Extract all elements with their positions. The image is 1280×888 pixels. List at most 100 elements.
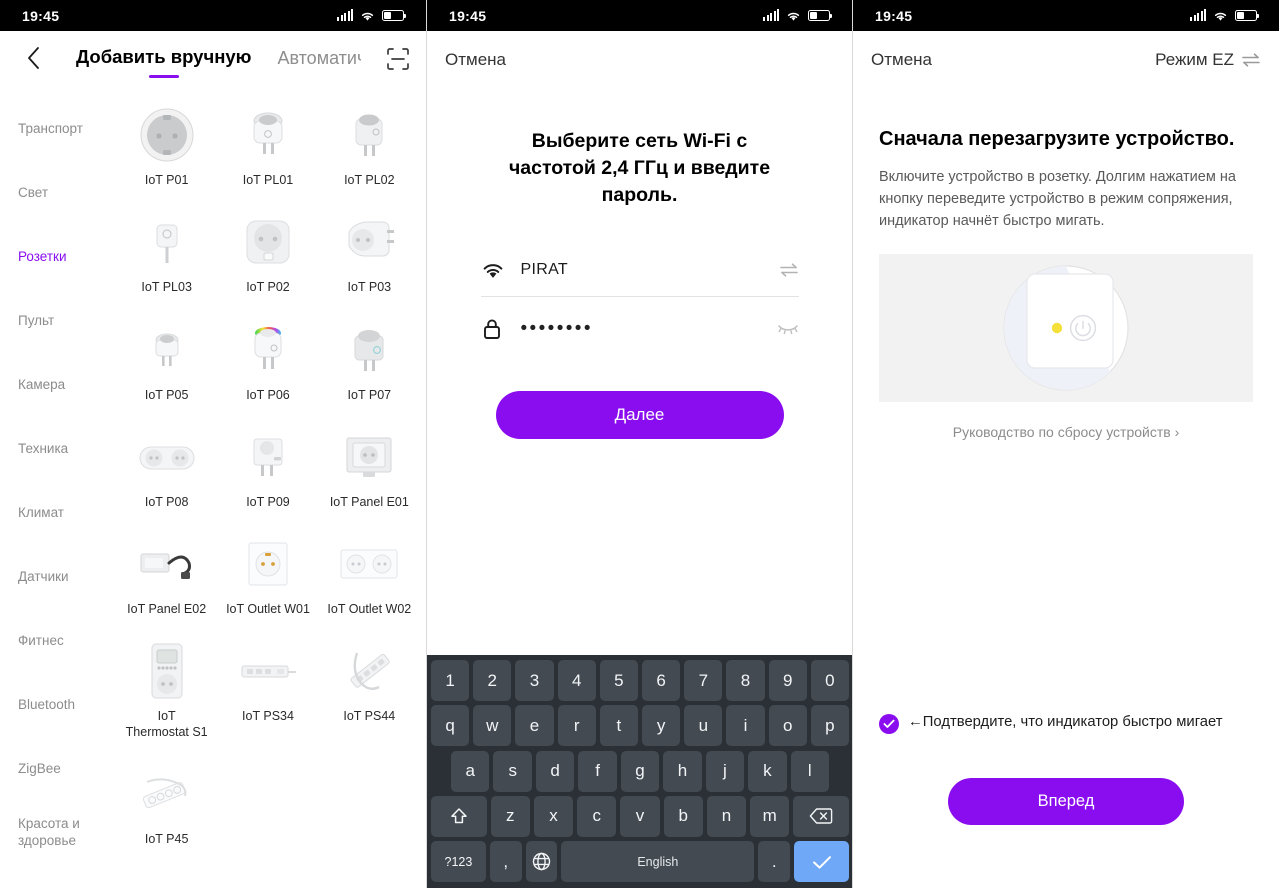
product-tile-7[interactable]: IoT P06	[217, 308, 318, 415]
shift-icon	[451, 808, 467, 824]
key-x[interactable]: x	[533, 795, 574, 837]
key-q[interactable]: q	[430, 705, 470, 747]
product-tile-16[interactable]: IoT PS34	[217, 629, 318, 752]
back-button[interactable]	[16, 41, 50, 75]
next-button[interactable]: Далее	[495, 390, 784, 439]
category-item-11[interactable]: Красота и здоровье	[0, 801, 110, 865]
key-7[interactable]: 7	[684, 660, 723, 701]
product-tile-18[interactable]: IoT P45	[116, 752, 217, 859]
product-tile-12[interactable]: IoT Panel E02	[116, 522, 217, 629]
plug-small-icon	[135, 210, 199, 274]
toggle-password-visibility-button[interactable]	[773, 322, 799, 336]
key-shift[interactable]	[430, 795, 487, 837]
product-tile-13[interactable]: IoT Outlet W01	[217, 522, 318, 629]
tab-auto-discover[interactable]: Автоматич	[277, 48, 361, 69]
key-a[interactable]: a	[451, 750, 490, 792]
key-r[interactable]: r	[557, 705, 596, 747]
key-s[interactable]: s	[493, 750, 532, 792]
category-item-1[interactable]: Свет	[0, 161, 110, 225]
key-l[interactable]: l	[790, 750, 829, 792]
tab-add-manually[interactable]: Добавить вручную	[76, 46, 251, 78]
cancel-button[interactable]: Отмена	[445, 50, 506, 70]
confirm-checkbox[interactable]	[879, 714, 899, 734]
wifi-ssid-field[interactable]: PIRAT	[480, 245, 799, 297]
confirm-indicator-row[interactable]: ←Подтвердите, что индикатор быстро мигае…	[879, 712, 1253, 734]
key-0[interactable]: 0	[810, 660, 850, 701]
key-enter[interactable]	[794, 841, 850, 882]
glass-outlet-1-icon	[236, 532, 300, 596]
key-v[interactable]: v	[620, 795, 660, 837]
key-p[interactable]: p	[810, 705, 850, 747]
product-tile-5[interactable]: IoT P03	[319, 200, 420, 307]
switch-network-button[interactable]	[773, 262, 799, 278]
category-item-5[interactable]: Техника	[0, 417, 110, 481]
product-tile-1[interactable]: IoT PL01	[217, 93, 318, 200]
key-5[interactable]: 5	[599, 660, 638, 701]
category-item-6[interactable]: Климат	[0, 481, 110, 545]
backspace-icon	[809, 808, 833, 824]
key-3[interactable]: 3	[515, 660, 554, 701]
wifi-password-field[interactable]: ••••••••	[481, 303, 799, 355]
scan-qr-button[interactable]	[386, 47, 410, 71]
key-b[interactable]: b	[663, 795, 703, 837]
forward-button[interactable]: Вперед	[948, 778, 1184, 825]
reset-guide-link[interactable]: Руководство по сбросу устройств ›	[853, 424, 1279, 440]
key-j[interactable]: j	[705, 750, 745, 792]
product-tile-9[interactable]: IoT P08	[116, 415, 217, 522]
signal-bars-icon	[337, 9, 353, 21]
category-item-8[interactable]: Фитнес	[0, 609, 110, 673]
key-i[interactable]: i	[726, 705, 765, 747]
key-4[interactable]: 4	[557, 660, 596, 701]
product-tile-14[interactable]: IoT Outlet W02	[319, 522, 420, 629]
category-item-label: Пульт	[18, 312, 55, 328]
category-item-0[interactable]: Транспорт	[0, 97, 110, 161]
key-backspace[interactable]	[793, 795, 850, 837]
product-tile-3[interactable]: IoT PL03	[116, 200, 217, 307]
key-1[interactable]: 1	[430, 660, 470, 701]
category-item-3[interactable]: Пульт	[0, 289, 110, 353]
key-g[interactable]: g	[620, 750, 660, 792]
key-2[interactable]: 2	[473, 660, 512, 701]
glass-outlet-2-icon	[337, 532, 401, 596]
key-h[interactable]: h	[663, 750, 702, 792]
key-9[interactable]: 9	[768, 660, 807, 701]
key-k[interactable]: k	[748, 750, 787, 792]
product-tile-8[interactable]: IoT P07	[319, 308, 420, 415]
key-8[interactable]: 8	[726, 660, 765, 701]
key-period[interactable]: .	[758, 841, 791, 882]
category-item-4[interactable]: Камера	[0, 353, 110, 417]
product-tile-0[interactable]: IoT P01	[116, 93, 217, 200]
category-item-2[interactable]: Розетки	[0, 225, 110, 289]
cancel-button[interactable]: Отмена	[871, 50, 932, 70]
product-tile-11[interactable]: IoT Panel E01	[319, 415, 420, 522]
key-language[interactable]	[525, 841, 558, 882]
plug-cube-icon	[337, 318, 401, 382]
key-o[interactable]: o	[768, 705, 807, 747]
category-item-9[interactable]: Bluetooth	[0, 673, 110, 737]
category-item-10[interactable]: ZigBee	[0, 737, 110, 801]
key-t[interactable]: t	[599, 705, 638, 747]
key-c[interactable]: c	[577, 795, 617, 837]
product-tile-10[interactable]: IoT P09	[217, 415, 318, 522]
product-tile-15[interactable]: IoT Thermostat S1	[116, 629, 217, 752]
wifi-icon	[787, 12, 800, 21]
key-comma[interactable]: ,	[489, 841, 522, 882]
product-tile-2[interactable]: IoT PL02	[319, 93, 420, 200]
product-tile-17[interactable]: IoT PS44	[319, 629, 420, 752]
key-space[interactable]: English	[561, 841, 755, 882]
key-m[interactable]: m	[750, 795, 790, 837]
key-u[interactable]: u	[684, 705, 723, 747]
key-z[interactable]: z	[490, 795, 530, 837]
product-tile-4[interactable]: IoT P02	[217, 200, 318, 307]
key-d[interactable]: d	[535, 750, 575, 792]
key-6[interactable]: 6	[642, 660, 681, 701]
key-w[interactable]: w	[473, 705, 512, 747]
key-f[interactable]: f	[578, 750, 617, 792]
pairing-mode-selector[interactable]: Режим EZ	[1155, 50, 1261, 70]
key-symbols[interactable]: ?123	[431, 841, 486, 882]
key-e[interactable]: e	[515, 705, 554, 747]
key-n[interactable]: n	[706, 795, 747, 837]
product-tile-6[interactable]: IoT P05	[116, 308, 217, 415]
key-y[interactable]: y	[642, 705, 681, 747]
category-item-7[interactable]: Датчики	[0, 545, 110, 609]
